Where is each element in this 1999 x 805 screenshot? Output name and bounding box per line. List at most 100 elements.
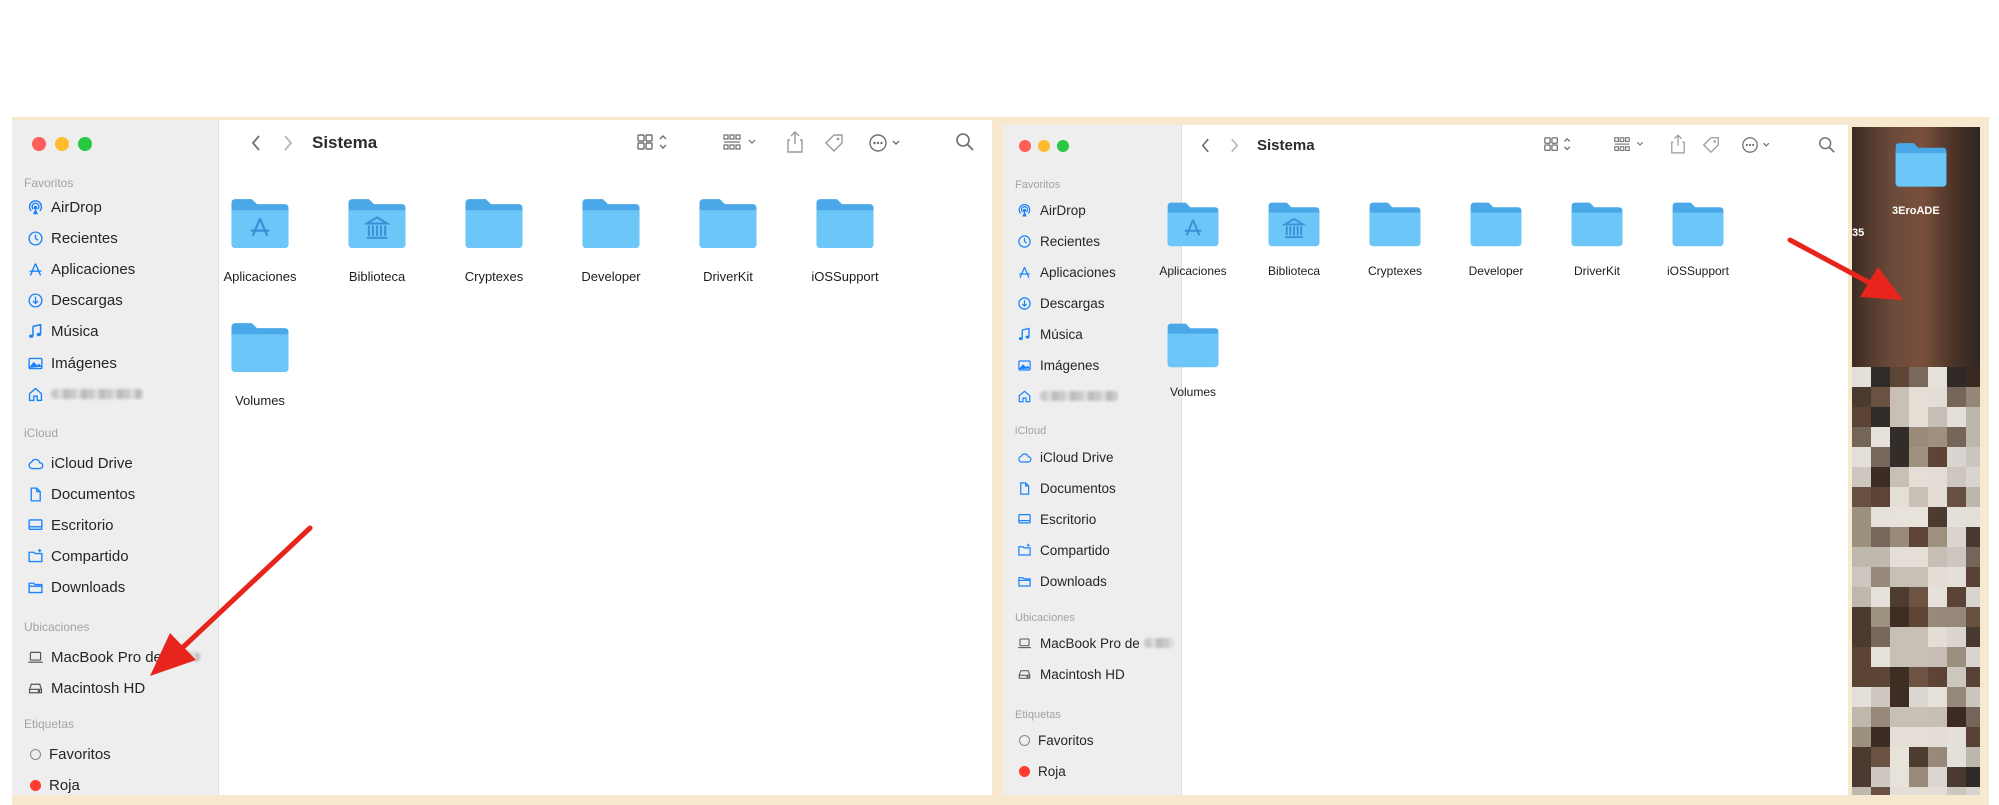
sidebar-item-icloud-3[interactable]: Compartido xyxy=(1015,541,1110,559)
minimize-window-button[interactable] xyxy=(55,137,69,151)
icloud-section-title: iCloud xyxy=(24,426,59,440)
folder-item[interactable]: Cryptexes xyxy=(439,195,549,284)
sidebar-item-favorites-3[interactable]: Descargas xyxy=(26,292,123,310)
sidebar-tag-1[interactable]: Roja xyxy=(1018,762,1066,780)
group-button[interactable] xyxy=(722,132,762,154)
sidebar-item-favorites-5[interactable]: Imágenes xyxy=(1015,356,1099,374)
sidebar-item-home[interactable] xyxy=(1015,387,1118,405)
zoom-window-button[interactable] xyxy=(78,137,92,151)
sidebar-item-label: Música xyxy=(51,323,99,341)
sidebar-item-favorites-1[interactable]: Recientes xyxy=(26,229,118,247)
tag-button[interactable] xyxy=(1700,134,1722,156)
folder-icon xyxy=(673,195,783,269)
desktop-folder-label: 3EroADE xyxy=(1892,205,1940,217)
sidebar-item-home[interactable] xyxy=(26,385,143,403)
home-icon xyxy=(26,385,44,403)
close-window-button[interactable] xyxy=(32,137,46,151)
sidebar-item-icloud-0[interactable]: iCloud Drive xyxy=(1015,448,1114,466)
pixelated-region xyxy=(1852,367,1980,795)
forward-button[interactable] xyxy=(278,132,298,154)
more-actions-button[interactable] xyxy=(868,132,908,154)
tag-dot-icon xyxy=(1018,731,1031,749)
folder-label: Volumes xyxy=(235,393,285,408)
airdrop-icon xyxy=(1015,201,1033,219)
folder-item[interactable]: DriverKit xyxy=(1549,199,1645,278)
folder-label: Cryptexes xyxy=(464,269,524,284)
laptop-icon xyxy=(26,648,44,666)
sidebar-item-icloud-4[interactable]: Downloads xyxy=(26,579,125,597)
sidebar-item-icloud-2[interactable]: Escritorio xyxy=(1015,510,1096,528)
back-button[interactable] xyxy=(1196,135,1214,155)
folder-item[interactable]: DriverKit xyxy=(673,195,783,284)
view-grid-button[interactable] xyxy=(636,132,674,154)
sidebar-tag-label: Favoritos xyxy=(1038,732,1094,748)
sidebar-item-favorites-2[interactable]: Aplicaciones xyxy=(26,260,135,278)
zoom-window-button[interactable] xyxy=(1057,140,1069,152)
sidebar-item-label: Imágenes xyxy=(51,354,117,372)
close-window-button[interactable] xyxy=(1019,140,1031,152)
folder-icon xyxy=(1650,199,1746,264)
folder-label: Developer xyxy=(1468,264,1524,278)
folder-item[interactable]: Cryptexes xyxy=(1347,199,1443,278)
sidebar-item-locations-1[interactable]: Macintosh HD xyxy=(26,679,145,697)
apps-icon xyxy=(1015,263,1033,281)
folder-item[interactable]: Developer xyxy=(556,195,666,284)
sidebar-item-favorites-4[interactable]: Música xyxy=(1015,325,1083,343)
folder-icon xyxy=(1145,320,1241,385)
search-icon[interactable] xyxy=(1817,135,1837,155)
tag-button[interactable] xyxy=(822,131,846,155)
folder-item[interactable]: Aplicaciones xyxy=(205,195,315,284)
cloud-icon xyxy=(1015,448,1033,466)
folder-label: Cryptexes xyxy=(1367,264,1423,278)
sidebar-item-icloud-2[interactable]: Escritorio xyxy=(26,516,114,534)
sidebar-item-favorites-3[interactable]: Descargas xyxy=(1015,294,1105,312)
desktop-background: 3EroADE 35 xyxy=(1852,127,1980,795)
sidebar-item-locations-0[interactable]: MacBook Pro de xyxy=(1015,634,1174,652)
sidebar-tag-0[interactable]: Favoritos xyxy=(1018,731,1094,749)
more-actions-button[interactable] xyxy=(1741,135,1777,155)
folder-item[interactable]: Volumes xyxy=(1145,320,1241,399)
minimize-window-button[interactable] xyxy=(1038,140,1050,152)
sidebar-item-favorites-0[interactable]: AirDrop xyxy=(1015,201,1086,219)
sidebar-tag-0[interactable]: Favoritos xyxy=(29,745,111,763)
sidebar-item-icloud-1[interactable]: Documentos xyxy=(1015,479,1116,497)
sidebar-item-locations-1[interactable]: Macintosh HD xyxy=(1015,665,1125,683)
search-icon[interactable] xyxy=(954,131,976,153)
sidebar-item-label: Descargas xyxy=(51,292,123,310)
sidebar-tag-1[interactable]: Roja xyxy=(29,776,80,794)
back-button[interactable] xyxy=(246,132,266,154)
folder-item[interactable]: Developer xyxy=(1448,199,1544,278)
folder-item[interactable]: iOSSupport xyxy=(790,195,900,284)
sidebar-item-favorites-0[interactable]: AirDrop xyxy=(26,198,102,216)
window-controls xyxy=(1019,140,1069,152)
sidebar-item-icloud-0[interactable]: iCloud Drive xyxy=(26,454,133,472)
share-button[interactable] xyxy=(1668,133,1688,155)
clock-icon xyxy=(26,229,44,247)
desktop-folder[interactable] xyxy=(1892,139,1952,194)
view-grid-button[interactable] xyxy=(1543,135,1577,155)
sidebar-item-locations-0[interactable]: MacBook Pro de xyxy=(26,648,200,666)
sidebar-item-icloud-1[interactable]: Documentos xyxy=(26,485,135,503)
photos-icon xyxy=(1015,356,1033,374)
sidebar-item-favorites-4[interactable]: Música xyxy=(26,323,99,341)
group-button[interactable] xyxy=(1613,135,1649,155)
folder-icon xyxy=(1448,199,1544,264)
forward-button[interactable] xyxy=(1225,135,1243,155)
folder-item[interactable]: iOSSupport xyxy=(1650,199,1746,278)
photos-icon xyxy=(26,354,44,372)
folder-item[interactable]: Biblioteca xyxy=(1246,199,1342,278)
sidebar-item-icloud-4[interactable]: Downloads xyxy=(1015,572,1107,590)
folder-item[interactable]: Aplicaciones xyxy=(1145,199,1241,278)
sidebar-item-favorites-2[interactable]: Aplicaciones xyxy=(1015,263,1116,281)
sidebar-item-icloud-3[interactable]: Compartido xyxy=(26,548,129,566)
sidebar-item-label: AirDrop xyxy=(51,198,102,216)
download-icon xyxy=(1015,294,1033,312)
finder-window-left: Favoritos AirDrop Recientes Aplicaciones… xyxy=(12,120,992,795)
window-title: Sistema xyxy=(312,133,378,152)
sidebar-item-label: Macintosh HD xyxy=(51,679,146,697)
sidebar-item-favorites-1[interactable]: Recientes xyxy=(1015,232,1100,250)
folder-item[interactable]: Volumes xyxy=(205,319,315,408)
share-button[interactable] xyxy=(784,130,806,154)
folder-item[interactable]: Biblioteca xyxy=(322,195,432,284)
sidebar-item-favorites-5[interactable]: Imágenes xyxy=(26,354,117,372)
